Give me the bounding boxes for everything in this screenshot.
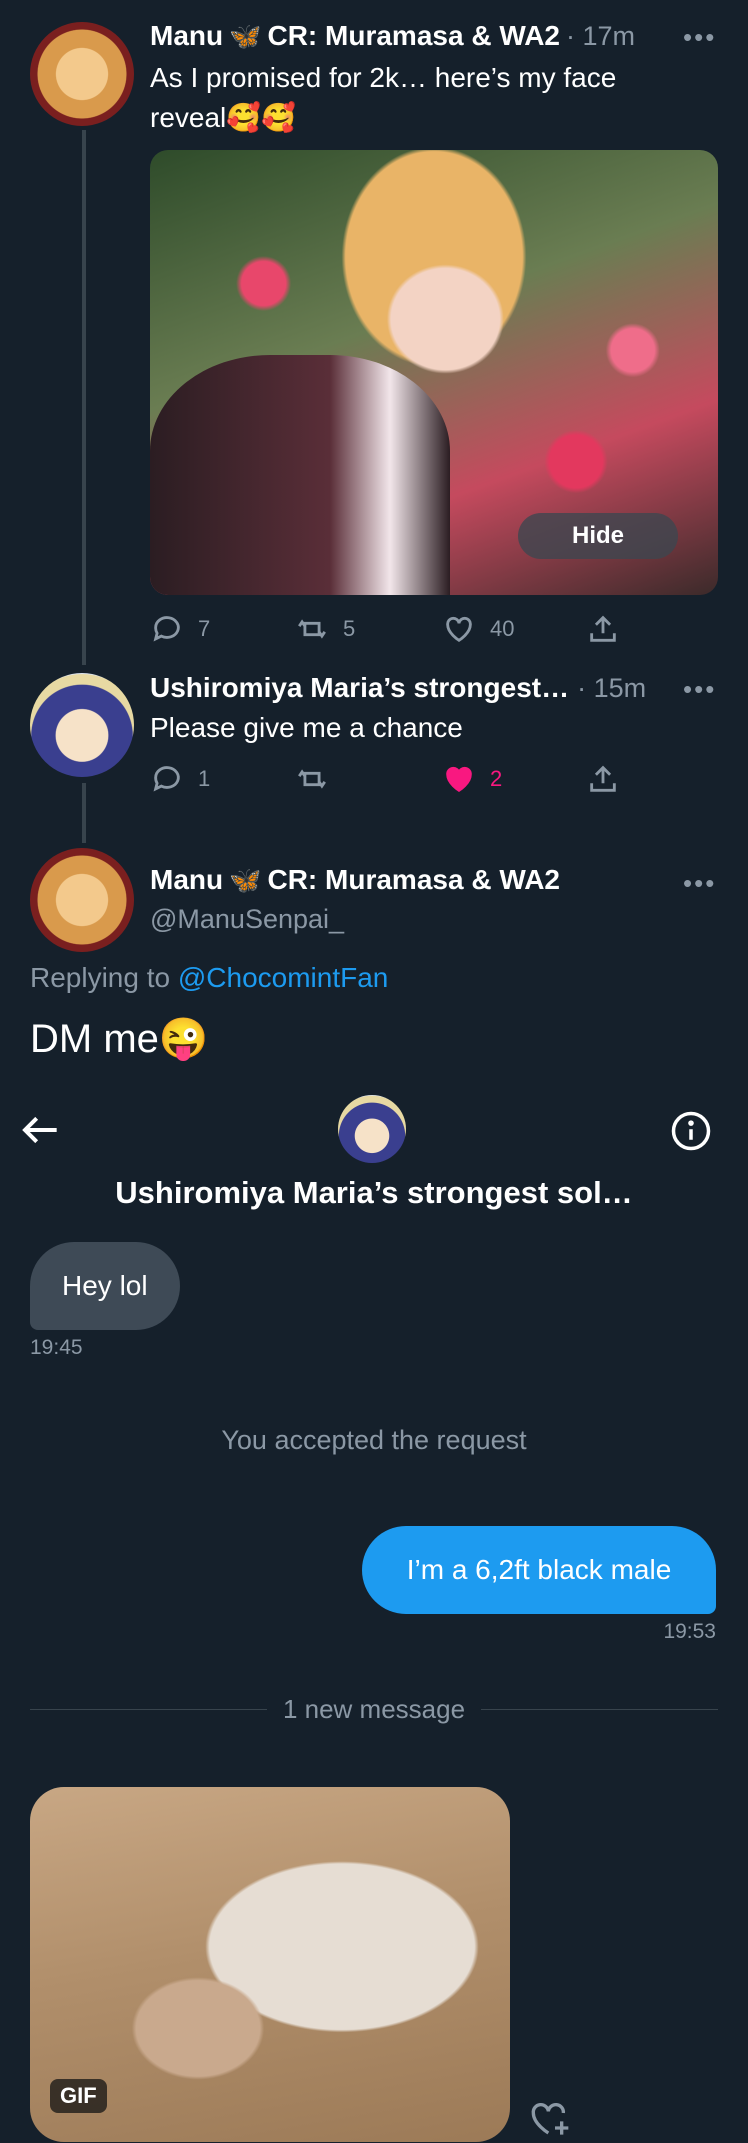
like-button[interactable]: 2 [442, 762, 502, 796]
tweet-text: As I promised for 2k… here’s my face rev… [150, 62, 617, 133]
gif-message[interactable]: GIF [30, 1787, 510, 2142]
heart-icon [446, 616, 472, 643]
author-name[interactable]: Manu [150, 864, 223, 896]
retweet-icon [298, 769, 326, 789]
more-options-icon[interactable]: ••• [683, 868, 716, 899]
reply-button[interactable]: 7 [150, 612, 210, 646]
gif-badge: GIF [50, 2079, 107, 2113]
author-name[interactable]: Manu [150, 20, 223, 52]
new-message-divider: 1 new message [30, 1694, 719, 1725]
reply-icon [153, 766, 180, 792]
divider-line [481, 1709, 719, 1710]
message-text: Hey lol [62, 1270, 148, 1301]
photo-figure [150, 355, 450, 595]
author-handle[interactable]: @ManuSenpai_ [150, 904, 344, 935]
like-count: 40 [490, 616, 515, 641]
info-icon[interactable] [670, 1110, 712, 1157]
message-time: 19:45 [30, 1336, 83, 1359]
share-icon [590, 765, 616, 792]
reply-button[interactable]: 1 [150, 762, 210, 796]
share-button[interactable] [586, 612, 620, 646]
like-button[interactable]: 40 [442, 612, 514, 646]
tweet-photo[interactable]: Hide [150, 150, 718, 595]
replying-to: Replying to @ChocomintFan [30, 962, 388, 994]
more-options-icon[interactable]: ••• [683, 674, 716, 705]
author-name-suffix[interactable]: CR: Muramasa & WA2 [267, 20, 560, 52]
tweet-header: Manu 🦋 CR: Muramasa & WA2 · 17m [150, 20, 635, 52]
avatar[interactable] [30, 848, 134, 952]
tweet-text: Please give me a chance [150, 712, 463, 743]
message-time: 19:53 [663, 1620, 716, 1643]
timestamp[interactable]: · 17m [566, 21, 635, 52]
retweet-icon [298, 619, 326, 639]
received-message[interactable]: Hey lol [30, 1242, 180, 1330]
retweet-count: 5 [343, 616, 356, 641]
tweet-header: Manu 🦋 CR: Muramasa & WA2 [150, 864, 560, 896]
tweet-text-large: DM me😜 [30, 1017, 209, 1061]
share-icon [590, 615, 616, 642]
replying-prefix: Replying to [30, 962, 171, 993]
sent-message[interactable]: I’m a 6,2ft black male [362, 1526, 716, 1614]
react-heart-plus-icon[interactable] [528, 2098, 572, 2143]
reply-icon [153, 616, 180, 642]
back-arrow-icon[interactable] [20, 1113, 60, 1152]
divider-label: 1 new message [282, 1694, 466, 1724]
replying-to-link[interactable]: @ChocomintFan [178, 962, 389, 993]
like-count: 2 [490, 766, 503, 791]
thread-line [82, 130, 86, 665]
share-button[interactable] [586, 762, 620, 796]
more-options-icon[interactable]: ••• [683, 22, 716, 53]
timestamp[interactable]: · 15m [577, 673, 646, 704]
hide-button[interactable]: Hide [518, 513, 678, 559]
system-message: You accepted the request [221, 1425, 527, 1455]
reply-count: 1 [198, 766, 211, 791]
divider-line [30, 1709, 267, 1710]
author-name[interactable]: Ushiromiya Maria’s strongest… [150, 672, 569, 704]
thread-line [82, 783, 86, 843]
butterfly-icon: 🦋 [229, 21, 262, 51]
avatar[interactable] [30, 22, 134, 126]
reply-count: 7 [198, 616, 211, 641]
retweet-button[interactable] [295, 762, 329, 796]
retweet-button[interactable]: 5 [295, 612, 355, 646]
tweet-header: Ushiromiya Maria’s strongest… · 15m [150, 672, 646, 704]
message-text: I’m a 6,2ft black male [406, 1554, 672, 1585]
dm-avatar[interactable] [338, 1095, 406, 1163]
dm-title: Ushiromiya Maria’s strongest sol… [115, 1175, 633, 1210]
avatar[interactable] [30, 673, 134, 777]
author-name-suffix[interactable]: CR: Muramasa & WA2 [267, 864, 560, 896]
heart-filled-icon [446, 766, 472, 793]
butterfly-icon: 🦋 [229, 865, 262, 895]
